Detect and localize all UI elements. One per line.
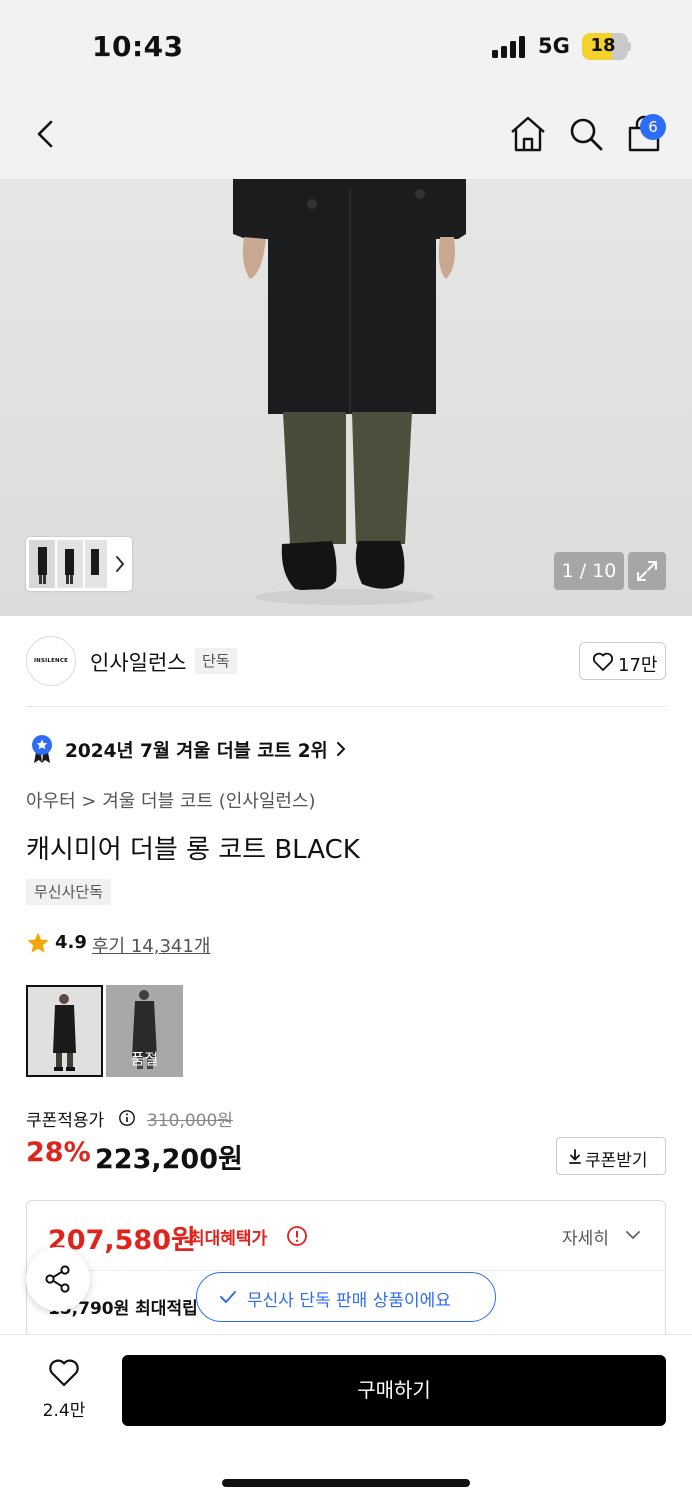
rating-score: 4.9 (55, 932, 87, 953)
status-bar: 10:43 5G 18 (0, 0, 692, 96)
download-icon (569, 1149, 581, 1164)
home-icon[interactable] (508, 114, 548, 154)
exclusive-toast: 무신사 단독 판매 상품이에요 (196, 1272, 496, 1322)
star-icon (27, 932, 49, 953)
category-breadcrumb[interactable]: 아우터 > 겨울 더블 코트 (인사일런스) (26, 787, 316, 813)
sale-price: 223,200원 (95, 1144, 243, 1175)
network-type: 5G (538, 34, 570, 58)
thumbnail-previews (29, 540, 125, 588)
image-thumbnail-strip[interactable] (26, 537, 132, 591)
brand-logo[interactable]: INSILENCE (26, 636, 76, 686)
expand-icon (637, 561, 657, 581)
expand-image-button[interactable] (628, 552, 666, 590)
heart-icon (592, 652, 614, 671)
get-coupon-label: 쿠폰받기 (585, 1151, 648, 1171)
divider (27, 1270, 665, 1271)
info-icon[interactable] (286, 1225, 308, 1247)
heart-icon[interactable] (48, 1358, 80, 1388)
ranking-text[interactable]: 2024년 7월 겨울 더블 코트 2위 (65, 737, 328, 763)
info-icon[interactable] (118, 1109, 136, 1127)
image-counter: 1 / 10 (554, 552, 624, 590)
discount-rate: 28% (26, 1137, 91, 1168)
benefit-detail-link[interactable]: 자세히 (562, 1224, 609, 1249)
back-icon[interactable] (26, 114, 66, 154)
brand-logo-text: INSILENCE (33, 658, 69, 664)
brand-exclusive-tag: 단독 (195, 648, 237, 674)
share-icon (45, 1265, 70, 1293)
chevron-down-icon[interactable] (625, 1230, 641, 1240)
brand-name[interactable]: 인사일런스 (90, 647, 187, 677)
toast-message: 무신사 단독 판매 상품이에요 (247, 1291, 451, 1311)
max-benefit-label: 최대혜택가 (189, 1229, 268, 1249)
home-indicator (222, 1479, 470, 1487)
status-time: 10:43 (92, 30, 184, 63)
battery-level: 18 (590, 35, 616, 56)
original-price: 310,000원 (147, 1111, 233, 1131)
battery-icon: 18 (582, 33, 628, 60)
search-icon[interactable] (566, 114, 606, 154)
divider (26, 706, 666, 707)
cart-count-badge: 6 (640, 114, 666, 140)
signal-icon (492, 36, 528, 58)
wishlist-count: 2.4만 (42, 1401, 86, 1421)
option-thumbnail (28, 987, 101, 1075)
review-count-link[interactable]: 후기 14,341개 (92, 932, 210, 958)
get-coupon-button[interactable]: 쿠폰받기 (556, 1137, 666, 1175)
share-button[interactable] (26, 1247, 90, 1311)
brand-like-button[interactable]: 17만 (579, 642, 666, 680)
chevron-right-icon (337, 742, 346, 756)
color-option-1[interactable] (26, 985, 103, 1077)
ranking-badge-icon (32, 735, 52, 763)
coupon-price-label: 쿠폰적용가 (26, 1111, 105, 1131)
check-icon (220, 1291, 236, 1303)
sold-out-label: 품절 (130, 1050, 159, 1068)
top-nav-bar (0, 96, 692, 179)
brand-like-count: 17만 (618, 655, 658, 676)
color-option-2[interactable]: 품절 (106, 985, 183, 1077)
product-title: 캐시미어 더블 롱 코트 BLACK (26, 835, 360, 865)
exclusive-tag: 무신사단독 (26, 879, 112, 905)
battery-tip (628, 42, 631, 51)
buy-button[interactable]: 구매하기 (122, 1355, 666, 1426)
